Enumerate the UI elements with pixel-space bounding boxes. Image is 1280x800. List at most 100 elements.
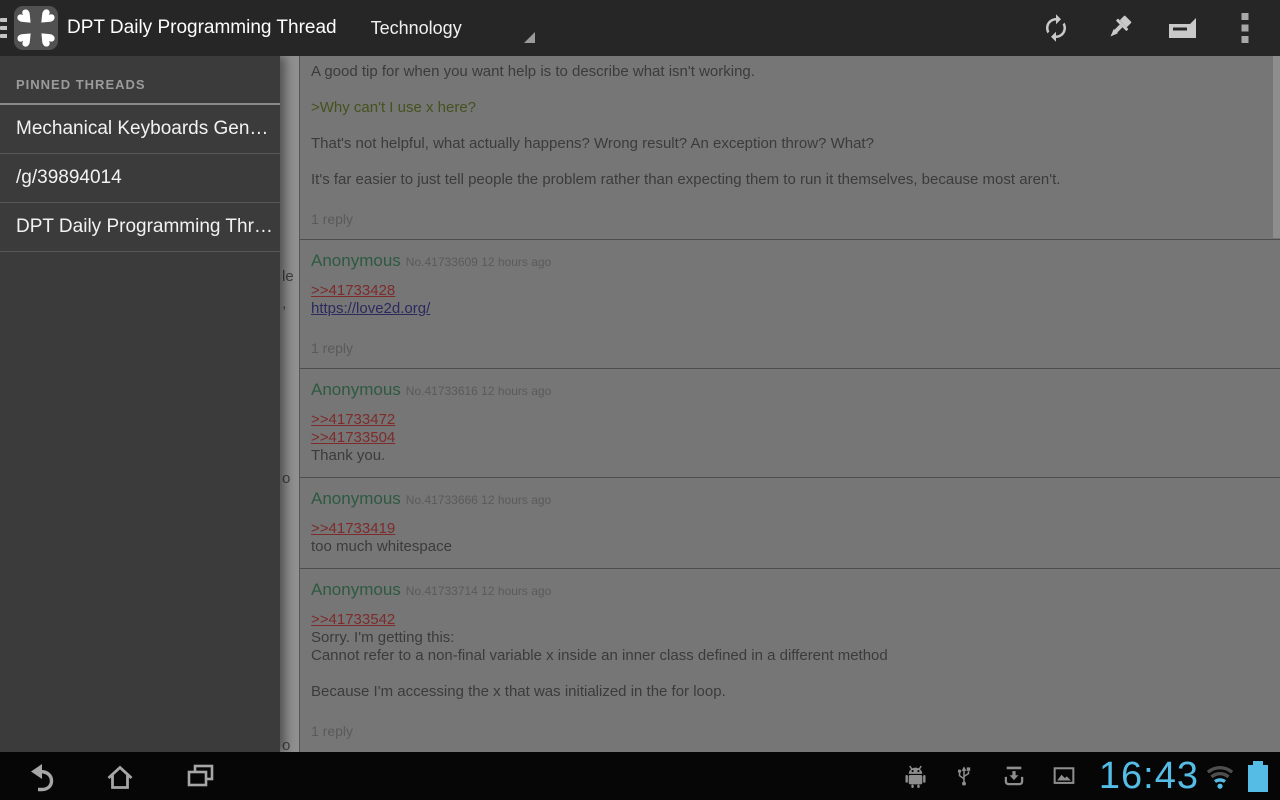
post-body: A good tip for when you want help is to … bbox=[311, 63, 1270, 189]
post-info: No.41733666 12 hours ago bbox=[406, 493, 551, 507]
pin-icon bbox=[1103, 12, 1135, 44]
pinned-thread-title: Mechanical Keyboards Gen… bbox=[16, 118, 268, 140]
clover-leaf: ♥ bbox=[32, 24, 57, 49]
post-text-line: too much whitespace bbox=[311, 538, 1270, 556]
poster-name[interactable]: Anonymous bbox=[311, 489, 401, 508]
reply-count[interactable]: 1 reply bbox=[311, 340, 1270, 356]
image-icon[interactable] bbox=[1051, 763, 1077, 789]
drawer-header: PINNED THREADS bbox=[0, 56, 280, 103]
board-selector-value: Technology bbox=[371, 18, 462, 39]
post-info: No.41733609 12 hours ago bbox=[406, 255, 551, 269]
post-link-line: >>41733428 bbox=[311, 282, 1270, 300]
post-link-line: >>41733504 bbox=[311, 429, 1270, 447]
battery-icon[interactable] bbox=[1248, 761, 1268, 792]
reply-count[interactable]: 1 reply bbox=[311, 723, 1270, 739]
post-list: A good tip for when you want help is to … bbox=[299, 56, 1280, 752]
clipped-text-fragment: o bbox=[282, 470, 290, 488]
post-info: No.41733714 12 hours ago bbox=[406, 584, 551, 598]
post-text-line: Because I'm accessing the x that was ini… bbox=[311, 683, 1270, 701]
pinned-thread-title: DPT Daily Programming Thr… bbox=[16, 216, 273, 238]
reply-icon bbox=[1165, 12, 1199, 44]
refresh-button[interactable] bbox=[1024, 0, 1087, 56]
quote-link[interactable]: >>41733542 bbox=[311, 611, 395, 629]
post-header: Anonymous No.41733714 12 hours ago bbox=[311, 580, 1270, 601]
wifi-icon[interactable] bbox=[1205, 763, 1235, 789]
post-body: >>41733419too much whitespace bbox=[311, 520, 1270, 556]
post-link-line: >>41733542 bbox=[311, 611, 1270, 629]
home-button[interactable] bbox=[80, 752, 160, 800]
post-text-line: It's far easier to just tell people the … bbox=[311, 171, 1270, 189]
post[interactable]: Anonymous No.41733616 12 hours ago >>4173… bbox=[300, 368, 1280, 477]
nav-buttons bbox=[0, 752, 240, 800]
pin-thread-button[interactable] bbox=[1087, 0, 1150, 56]
external-link[interactable]: https://love2d.org/ bbox=[311, 300, 430, 318]
board-selector[interactable]: Technology bbox=[371, 5, 539, 51]
post-text-line: Sorry. I'm getting this: bbox=[311, 629, 1270, 647]
clover-logo-icon[interactable]: ♥♥♥♥ bbox=[14, 6, 58, 50]
post-text-line: A good tip for when you want help is to … bbox=[311, 63, 1270, 81]
status-icons: 16:43 bbox=[904, 752, 1280, 800]
clipped-text-fragment: le bbox=[282, 268, 294, 286]
overflow-menu-button[interactable] bbox=[1213, 0, 1276, 56]
menu-icon[interactable] bbox=[0, 14, 7, 42]
android-debug-icon[interactable] bbox=[904, 764, 927, 788]
clipped-text-fragment: o bbox=[282, 737, 290, 752]
blank-line bbox=[311, 117, 1270, 135]
post-body: >>41733472>>41733504Thank you. bbox=[311, 411, 1270, 465]
blank-line bbox=[311, 665, 1270, 683]
reply-button[interactable] bbox=[1150, 0, 1213, 56]
system-navigation-bar: 16:43 bbox=[0, 752, 1280, 800]
recents-button[interactable] bbox=[160, 752, 240, 800]
back-button[interactable] bbox=[0, 752, 80, 800]
post-body: >>41733428https://love2d.org/ bbox=[311, 282, 1270, 318]
post-link-line: https://love2d.org/ bbox=[311, 300, 1270, 318]
greentext-line: >Why can't I use x here? bbox=[311, 99, 1270, 117]
post-header: Anonymous No.41733666 12 hours ago bbox=[311, 489, 1270, 510]
post-link-line: >>41733472 bbox=[311, 411, 1270, 429]
blank-line bbox=[311, 153, 1270, 171]
blank-line bbox=[311, 81, 1270, 99]
quote-link[interactable]: >>41733504 bbox=[311, 429, 395, 447]
post[interactable]: Anonymous No.41733609 12 hours ago >>4173… bbox=[300, 239, 1280, 368]
pinned-threads-list: Mechanical Keyboards Gen… /g/39894014 DP… bbox=[0, 105, 280, 252]
post-header: Anonymous No.41733609 12 hours ago bbox=[311, 251, 1270, 272]
poster-name[interactable]: Anonymous bbox=[311, 251, 401, 270]
post-text-line: Cannot refer to a non-final variable x i… bbox=[311, 647, 1270, 665]
poster-name[interactable]: Anonymous bbox=[311, 580, 401, 599]
post-body: >>41733542Sorry. I'm getting this:Cannot… bbox=[311, 611, 1270, 701]
back-icon bbox=[23, 759, 57, 793]
background-thread-list: le, o o bbox=[280, 56, 299, 752]
post-text-line: That's not helpful, what actually happen… bbox=[311, 135, 1270, 153]
pinned-thread-item[interactable]: DPT Daily Programming Thr… bbox=[0, 203, 280, 252]
post[interactable]: Anonymous No.41733666 12 hours ago >>4173… bbox=[300, 477, 1280, 568]
screen: ♥♥♥♥ DPT Daily Programming Thread Techno… bbox=[0, 0, 1280, 800]
post[interactable]: Anonymous No.41733714 12 hours ago >>4173… bbox=[300, 568, 1280, 751]
usb-icon[interactable] bbox=[953, 761, 975, 791]
post-text-line: Thank you. bbox=[311, 447, 1270, 465]
recents-icon bbox=[182, 759, 218, 793]
quote-link[interactable]: >>41733419 bbox=[311, 520, 395, 538]
pinned-thread-title: /g/39894014 bbox=[16, 167, 122, 189]
clipped-text-fragment: , bbox=[282, 295, 286, 313]
download-icon[interactable] bbox=[1001, 762, 1027, 790]
spinner-caret-icon bbox=[524, 32, 535, 43]
poster-name[interactable]: Anonymous bbox=[311, 380, 401, 399]
clock[interactable]: 16:43 bbox=[1099, 752, 1199, 800]
home-icon bbox=[103, 759, 137, 793]
action-bar: ♥♥♥♥ DPT Daily Programming Thread Techno… bbox=[0, 0, 1280, 56]
post-link-line: >>41733419 bbox=[311, 520, 1270, 538]
refresh-icon bbox=[1041, 13, 1071, 43]
pinned-thread-item[interactable]: Mechanical Keyboards Gen… bbox=[0, 105, 280, 154]
pinned-thread-item[interactable]: /g/39894014 bbox=[0, 154, 280, 203]
quote-link[interactable]: >>41733472 bbox=[311, 411, 395, 429]
action-bar-buttons bbox=[1024, 0, 1280, 56]
post[interactable]: A good tip for when you want help is to … bbox=[300, 56, 1280, 239]
reply-count[interactable]: 1 reply bbox=[311, 211, 1270, 227]
pinned-threads-drawer: PINNED THREADS Mechanical Keyboards Gen…… bbox=[0, 56, 280, 752]
post-header: Anonymous No.41733616 12 hours ago bbox=[311, 380, 1270, 401]
overflow-menu-icon bbox=[1241, 13, 1249, 43]
page-title: DPT Daily Programming Thread bbox=[67, 17, 337, 39]
scrollbar[interactable] bbox=[1273, 56, 1280, 238]
quote-link[interactable]: >>41733428 bbox=[311, 282, 395, 300]
post-info: No.41733616 12 hours ago bbox=[406, 384, 551, 398]
